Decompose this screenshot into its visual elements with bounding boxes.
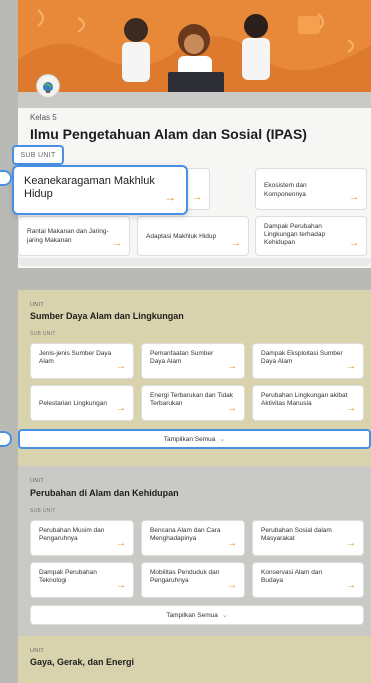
card-label: Bencana Alam dan Cara Menghadapinya [150, 527, 221, 542]
highlight-region-edge [18, 258, 371, 266]
sub-unit-card-energi[interactable]: Energi Terbarukan dan Tidak Terbarukan → [141, 385, 245, 421]
sub-unit-card-dampak-perubahan[interactable]: Dampak Perubahan Lingkungan terhadap Keh… [255, 216, 367, 256]
arrow-right-icon: → [192, 192, 202, 203]
unit-title: Gaya, Gerak, dan Energi [30, 657, 135, 667]
show-all-button[interactable]: Tampilkan Semua ⌄ [18, 429, 371, 449]
sub-unit-card-ekosistem[interactable]: Ekosistem dan Komponennya → [255, 168, 367, 210]
card-label: Keanekaragaman Makhluk Hidup [24, 175, 155, 200]
sub-unit-card-rantai-makanan[interactable]: Rantai Makanan dan Jaring-jaring Makanan… [18, 216, 130, 256]
card-label: Jenis-jenis Sumber Daya Alam [39, 350, 112, 365]
arrow-right-icon: → [116, 403, 126, 414]
show-all-label: Tampilkan Semua [163, 435, 216, 443]
card-label: Perubahan Musim dan Pengaruhnya [39, 527, 105, 542]
card-label: Rantai Makanan dan Jaring-jaring Makanan [27, 228, 109, 244]
card-label: Perubahan Lingkungan akibat Aktivitas Ma… [261, 392, 348, 407]
card-label: Ekosistem dan Komponennya [264, 182, 307, 198]
arrow-right-icon: → [227, 403, 237, 414]
sub-unit-tag: SUB UNIT [30, 508, 56, 514]
tour-step-marker [0, 170, 12, 186]
hero-illustration [18, 0, 371, 108]
arrow-right-icon: → [346, 580, 356, 591]
sub-unit-card-adaptasi[interactable]: Adaptasi Makhluk Hidup → [137, 216, 249, 256]
sub-unit-card-perubahan-musim[interactable]: Perubahan Musim dan Pengaruhnya → [30, 520, 134, 556]
sub-unit-card-dampak-teknologi[interactable]: Dampak Perubahan Teknologi → [30, 562, 134, 598]
unit-title: Sumber Daya Alam dan Lingkungan [30, 311, 184, 321]
card-label: Adaptasi Makhluk Hidup [146, 233, 217, 240]
arrow-right-icon: → [231, 238, 241, 249]
arrow-right-icon: → [346, 403, 356, 414]
globe-icon [43, 82, 53, 93]
card-label: Dampak Perubahan Lingkungan terhadap Keh… [264, 223, 326, 246]
sub-unit-card-perubahan-sosial[interactable]: Perubahan Sosial dalam Masyarakat → [252, 520, 364, 556]
card-label: Pemanfaatan Sumber Daya Alam [150, 350, 214, 365]
chevron-down-icon: ⌄ [219, 436, 226, 443]
unit-tag: UNIT [30, 302, 45, 308]
arrow-right-icon: → [116, 538, 126, 549]
sub-unit-card-perubahan-lingkungan[interactable]: Perubahan Lingkungan akibat Aktivitas Ma… [252, 385, 364, 421]
arrow-right-icon: → [346, 361, 356, 372]
card-label: Pelestarian Lingkungan [39, 400, 107, 407]
sub-unit-card-mobilitas[interactable]: Mobilitas Penduduk dan Pengaruhnya → [141, 562, 245, 598]
card-label: Dampak Eksploitasi Sumber Daya Alam [261, 350, 343, 365]
card-label: Dampak Perubahan Teknologi [39, 569, 97, 584]
sub-unit-card-dampak-eksploitasi[interactable]: Dampak Eksploitasi Sumber Daya Alam → [252, 343, 364, 379]
arrow-right-icon: → [346, 538, 356, 549]
tour-step-marker-2 [0, 431, 12, 447]
arrow-right-icon: → [227, 361, 237, 372]
unit-tag: UNIT [30, 648, 45, 654]
sub-unit-tag: SUB UNIT [30, 331, 56, 337]
sub-unit-label: SUB UNIT [12, 145, 64, 165]
sub-unit-card-jenis-sda[interactable]: Jenis-jenis Sumber Daya Alam → [30, 343, 134, 379]
sub-unit-card-pemanfaatan-sda[interactable]: Pemanfaatan Sumber Daya Alam → [141, 343, 245, 379]
hero-banner [18, 0, 371, 108]
show-all-button-2[interactable]: Tampilkan Semua ⌄ [30, 605, 364, 625]
sub-unit-card-keanekaragaman[interactable]: Keanekaragaman Makhluk Hidup → [12, 165, 188, 215]
sub-unit-card-bencana-alam[interactable]: Bencana Alam dan Cara Menghadapinya → [141, 520, 245, 556]
chevron-down-icon: ⌄ [221, 612, 228, 619]
arrow-right-icon: → [349, 192, 359, 203]
subject-avatar [36, 74, 60, 98]
grade-label: Kelas 5 [30, 113, 57, 122]
arrow-right-icon: → [112, 238, 122, 249]
page-title: Ilmu Pengetahuan Alam dan Sosial (IPAS) [30, 126, 307, 142]
arrow-right-icon: → [227, 538, 237, 549]
unit-title: Perubahan di Alam dan Kehidupan [30, 488, 179, 498]
card-label: Konservasi Alam dan Budaya [261, 569, 323, 584]
card-label: Mobilitas Penduduk dan Pengaruhnya [150, 569, 220, 584]
card-label: Energi Terbarukan dan Tidak Terbarukan [150, 392, 233, 407]
unit-section-gaya-gerak: UNIT Gaya, Gerak, dan Energi [18, 636, 371, 683]
arrow-right-icon: → [116, 580, 126, 591]
arrow-right-icon: → [116, 361, 126, 372]
show-all-label: Tampilkan Semua [166, 611, 218, 619]
card-label: Perubahan Sosial dalam Masyarakat [261, 527, 332, 542]
arrow-right-icon: → [227, 580, 237, 591]
sub-unit-card-konservasi[interactable]: Konservasi Alam dan Budaya → [252, 562, 364, 598]
arrow-right-icon: → [164, 190, 176, 204]
unit-tag: UNIT [30, 478, 45, 484]
page: Kelas 5 Ilmu Pengetahuan Alam dan Sosial… [0, 0, 371, 683]
sub-unit-card-pelestarian[interactable]: Pelestarian Lingkungan → [30, 385, 134, 421]
arrow-right-icon: → [349, 238, 359, 249]
